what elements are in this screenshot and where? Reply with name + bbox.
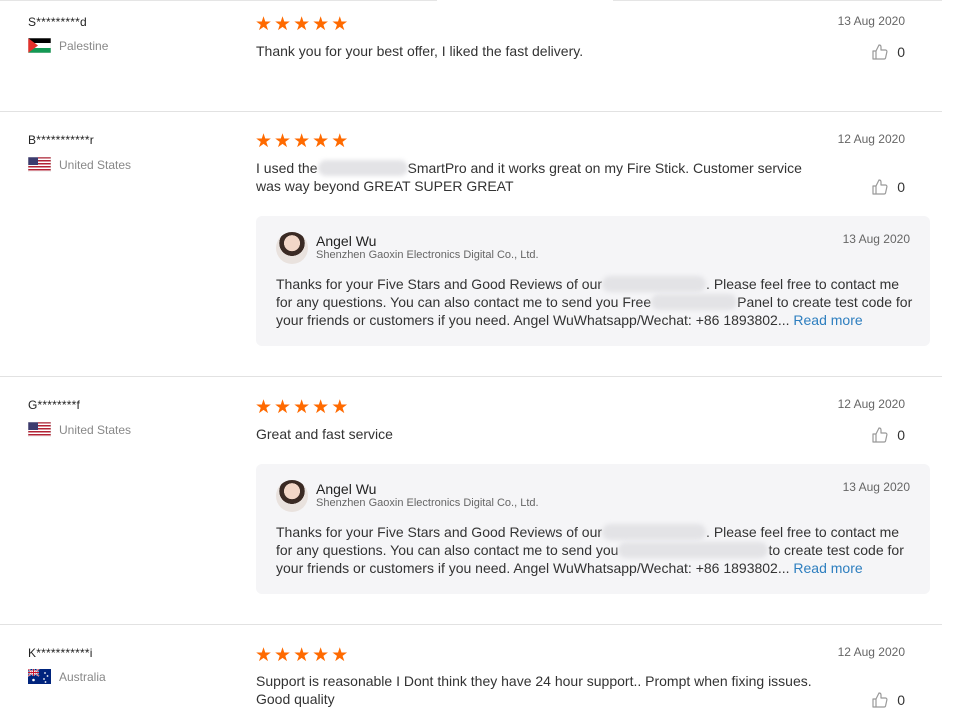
helpful-button[interactable]: 0 (871, 426, 905, 444)
reviewer-country: United States (28, 422, 131, 437)
helpful-button[interactable]: 0 (871, 43, 905, 61)
star-icon: ★ (312, 645, 330, 666)
redacted-text (602, 524, 707, 540)
seller-reply: Angel Wu Shenzhen Gaoxin Electronics Dig… (256, 464, 930, 594)
seller-company: Shenzhen Gaoxin Electronics Digital Co.,… (316, 497, 539, 509)
star-icon: ★ (312, 131, 330, 152)
redacted-text (602, 276, 707, 292)
reply-date: 13 Aug 2020 (842, 232, 910, 246)
country-label: Palestine (59, 38, 109, 53)
star-icon: ★ (274, 14, 292, 35)
review-text-start: I used the (256, 160, 318, 176)
star-icon: ★ (293, 131, 311, 152)
review-text: Great and fast service (256, 426, 393, 442)
review-item: G********f United States ★ ★ ★ ★ ★ 12 Aug 20… (0, 377, 942, 624)
reply-text: Thanks for your Five Stars and Good Revi… (276, 275, 916, 329)
seller-avatar (276, 232, 308, 264)
reviewer-name: K***********i (28, 646, 93, 660)
helpful-count: 0 (897, 692, 905, 708)
star-icon: ★ (312, 14, 330, 35)
star-icon: ★ (293, 645, 311, 666)
star-icon: ★ (312, 397, 330, 418)
star-icon: ★ (293, 397, 311, 418)
usa-flag-icon (28, 157, 51, 172)
reply-text: Thanks for your Five Stars and Good Revi… (276, 523, 916, 577)
review-date: 12 Aug 2020 (837, 397, 905, 411)
star-icon: ★ (331, 645, 349, 666)
helpful-button[interactable]: 0 (871, 691, 905, 709)
reviewer-country: Australia (28, 669, 106, 684)
star-icon: ★ (274, 645, 292, 666)
reviewer-country: United States (28, 157, 131, 172)
star-icon: ★ (255, 131, 273, 152)
rating-stars: ★ ★ ★ ★ ★ (255, 15, 348, 34)
thumbs-up-icon (872, 427, 888, 443)
star-icon: ★ (255, 14, 273, 35)
reply-text-part: Thanks for your Five Stars and Good Revi… (276, 524, 603, 540)
reviewer-name: B***********r (28, 133, 94, 147)
star-icon: ★ (331, 131, 349, 152)
star-icon: ★ (274, 397, 292, 418)
star-icon: ★ (255, 397, 273, 418)
rating-stars: ★ ★ ★ ★ ★ (255, 132, 348, 151)
rating-stars: ★ ★ ★ ★ ★ (255, 646, 348, 665)
star-icon: ★ (255, 645, 273, 666)
thumbs-up-icon (872, 44, 888, 60)
reply-date: 13 Aug 2020 (842, 480, 910, 494)
read-more-link[interactable]: Read more (793, 560, 862, 576)
thumbs-up-icon (872, 692, 888, 708)
reviewer-name: G********f (28, 398, 81, 412)
helpful-button[interactable]: 0 (871, 178, 905, 196)
helpful-count: 0 (897, 427, 905, 443)
helpful-count: 0 (897, 179, 905, 195)
rating-stars: ★ ★ ★ ★ ★ (255, 398, 348, 417)
helpful-count: 0 (897, 44, 905, 60)
usa-flag-icon (28, 422, 51, 437)
australia-flag-icon (28, 669, 51, 684)
star-icon: ★ (331, 397, 349, 418)
redacted-text (317, 160, 408, 176)
country-label: Australia (59, 669, 106, 684)
star-icon: ★ (331, 14, 349, 35)
review-text: Thank you for your best offer, I liked t… (256, 43, 584, 59)
reviewer-country: Palestine (28, 38, 108, 53)
review-text: I used the SmartPro and it works great on… (256, 159, 812, 195)
review-text: Support is reasonable I Dont think they … (256, 673, 812, 707)
redacted-text (618, 542, 769, 558)
thumbs-up-icon (872, 179, 888, 195)
palestine-flag-icon (28, 38, 51, 53)
review-date: 13 Aug 2020 (837, 14, 905, 28)
star-icon: ★ (274, 131, 292, 152)
redacted-text (651, 294, 738, 310)
country-label: United States (59, 422, 132, 437)
review-item: B***********r United States ★ ★ ★ ★ ★ 12 Aug… (0, 112, 942, 376)
seller-name: Angel Wu (316, 481, 377, 497)
seller-name: Angel Wu (316, 233, 377, 249)
review-date: 12 Aug 2020 (837, 132, 905, 146)
reply-text-part: Thanks for your Five Stars and Good Revi… (276, 276, 603, 292)
review-date: 12 Aug 2020 (837, 645, 905, 659)
seller-reply: Angel Wu Shenzhen Gaoxin Electronics Dig… (256, 216, 930, 346)
star-icon: ★ (293, 14, 311, 35)
country-label: United States (59, 157, 132, 172)
seller-company: Shenzhen Gaoxin Electronics Digital Co.,… (316, 249, 539, 261)
reviewer-name: S*********d (28, 15, 87, 29)
seller-avatar (276, 480, 308, 512)
review-item: K***********i Australia ★ ★ ★ ★ ★ 12 Aug 202… (0, 625, 942, 710)
review-item: S*********d Palestine ★ ★ ★ ★ ★ 13 Aug 2020 … (0, 0, 942, 111)
read-more-link[interactable]: Read more (793, 312, 862, 328)
